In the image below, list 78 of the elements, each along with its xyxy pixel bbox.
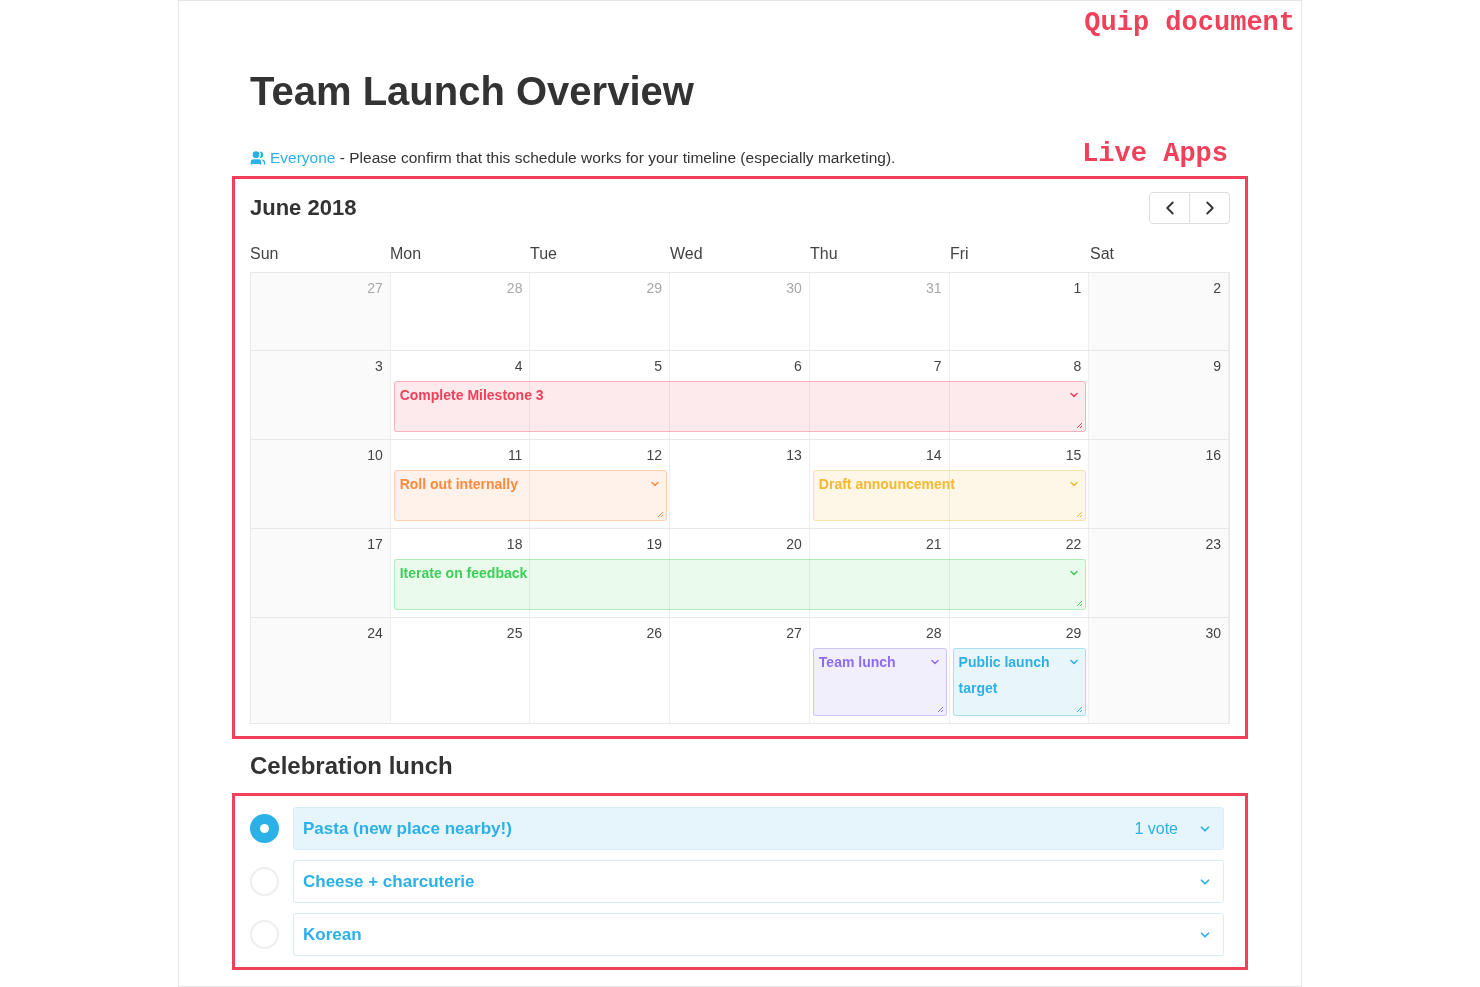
weekday-label: Wed (670, 244, 704, 264)
day-number: 5 (654, 357, 663, 376)
day-number: 4 (514, 357, 523, 376)
poll-option[interactable]: Korean (293, 913, 1224, 956)
resize-handle-icon[interactable] (657, 511, 665, 518)
option-label: Pasta (new place nearby!) (303, 817, 513, 840)
people-icon (250, 150, 266, 166)
day-number: 25 (506, 624, 523, 643)
day-number: 18 (506, 535, 523, 554)
month-title: June 2018 (250, 194, 357, 222)
day-number: 28 (506, 279, 523, 298)
weekday-label: Sat (1090, 244, 1115, 264)
day-number: 30 (786, 279, 802, 298)
day-number: 13 (786, 446, 802, 465)
weekday-label: Fri (950, 244, 970, 264)
event-card[interactable]: Draft announcement (812, 470, 1087, 521)
radio-button[interactable] (250, 814, 279, 843)
document-title: Team Launch Overview (250, 68, 695, 114)
day-number: 14 (926, 446, 942, 465)
event-card[interactable]: Public launch target (952, 648, 1087, 716)
day-number: 24 (367, 624, 383, 643)
day-number: 27 (367, 279, 383, 298)
event-title: Draft announcement (818, 475, 955, 494)
weekday-label: Sun (250, 244, 280, 264)
event-title: Public launch target (958, 653, 1051, 698)
day-number: 27 (786, 624, 802, 643)
next-month-button[interactable] (1190, 191, 1230, 224)
day-number: 23 (1205, 535, 1221, 554)
day-number: 6 (794, 357, 802, 376)
day-number: 7 (933, 357, 942, 376)
day-number: 8 (1073, 357, 1082, 376)
resize-handle-icon[interactable] (936, 706, 944, 713)
previous-month-button[interactable] (1149, 191, 1190, 224)
day-number: 9 (1213, 357, 1221, 376)
day-number: 12 (646, 446, 663, 465)
resize-handle-icon[interactable] (1076, 600, 1084, 607)
event-title: Iterate on feedback (399, 564, 528, 583)
event-title: Roll out internally (399, 475, 518, 494)
day-number: 31 (926, 279, 942, 298)
vote-count: 1 vote (1134, 818, 1178, 839)
resize-handle-icon[interactable] (1076, 511, 1084, 518)
option-label: Korean (303, 923, 363, 946)
day-number: 21 (926, 535, 942, 554)
resize-handle-icon[interactable] (1076, 706, 1084, 713)
annotation-label: Quip document (1084, 10, 1295, 37)
weekday-label: Tue (530, 244, 558, 264)
event-card[interactable]: Complete Milestone 3 (393, 381, 1087, 432)
event-card[interactable]: Team lunch (812, 648, 947, 716)
day-number: 30 (1205, 624, 1221, 643)
day-number: 1 (1073, 279, 1082, 298)
poll-title: Celebration lunch (250, 751, 454, 781)
annotation-label: Live Apps (1082, 141, 1228, 168)
weekday-label: Mon (390, 244, 423, 264)
resize-handle-icon[interactable] (1076, 422, 1084, 429)
day-number: 3 (374, 357, 383, 376)
day-number: 19 (646, 535, 663, 554)
event-card[interactable]: Roll out internally (393, 470, 668, 521)
day-number: 16 (1205, 446, 1221, 465)
event-title: Complete Milestone 3 (399, 386, 544, 405)
mention-sentence: Everyone - Please confirm that this schedule works for your timeline (especially marketing). (250, 148, 896, 168)
event-title: Team lunch (818, 653, 896, 672)
day-number: 28 (926, 624, 942, 643)
day-number: 17 (367, 535, 383, 554)
weekday-label: Thu (810, 244, 839, 264)
option-label: Cheese + charcuterie (303, 870, 476, 893)
poll-option[interactable]: Cheese + charcuterie (293, 860, 1224, 903)
day-number: 29 (1065, 624, 1082, 643)
mention-link[interactable]: Everyone (270, 148, 336, 168)
day-number: 10 (367, 446, 383, 465)
day-number: 15 (1065, 446, 1082, 465)
day-number: 2 (1213, 279, 1221, 298)
day-number: 26 (646, 624, 663, 643)
poll-option[interactable]: Pasta (new place nearby!) 1 vote (293, 807, 1224, 850)
day-number: 22 (1065, 535, 1082, 554)
day-number: 20 (786, 535, 802, 554)
day-number: 11 (507, 446, 523, 465)
day-number: 29 (646, 279, 663, 298)
event-card[interactable]: Iterate on feedback (393, 559, 1087, 610)
